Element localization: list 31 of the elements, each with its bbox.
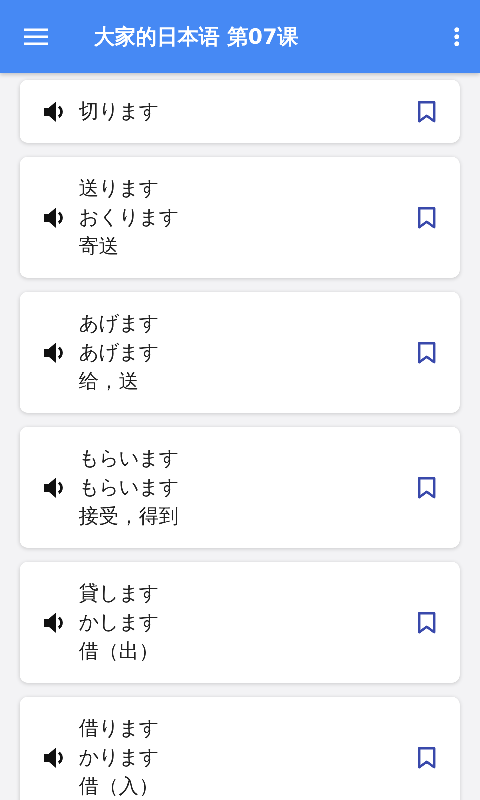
word-text: かします bbox=[79, 609, 160, 636]
bookmark-icon[interactable] bbox=[418, 342, 436, 364]
more-icon[interactable] bbox=[454, 26, 460, 46]
word-text: もらいます bbox=[79, 445, 180, 472]
bookmark-icon[interactable] bbox=[418, 100, 436, 122]
word-text: 貸します bbox=[79, 580, 160, 607]
word-text: 借（出） bbox=[79, 638, 160, 665]
word-text: おくります bbox=[79, 204, 180, 231]
word-text: あげます bbox=[79, 310, 160, 337]
speaker-icon[interactable] bbox=[44, 208, 63, 228]
speaker-icon[interactable] bbox=[44, 102, 63, 122]
app-title: 大家的日本语 第07课 bbox=[94, 24, 300, 50]
word-text: もらいます bbox=[79, 474, 180, 501]
word-text: あげます bbox=[79, 339, 160, 366]
word-text: 接受，得到 bbox=[79, 503, 180, 530]
word-text: 给，送 bbox=[79, 368, 140, 395]
speaker-icon[interactable] bbox=[44, 748, 63, 768]
bookmark-icon[interactable] bbox=[418, 206, 436, 228]
bookmark-icon[interactable] bbox=[418, 476, 436, 498]
speaker-icon[interactable] bbox=[44, 612, 63, 632]
word-text: 切ります bbox=[79, 98, 160, 125]
menu-icon[interactable] bbox=[24, 28, 48, 46]
word-text: かります bbox=[79, 744, 160, 771]
speaker-icon[interactable] bbox=[44, 342, 63, 362]
word-text: 借（入） bbox=[79, 773, 160, 800]
bookmark-icon[interactable] bbox=[418, 612, 436, 634]
word-text: 送ります bbox=[79, 175, 160, 202]
speaker-icon[interactable] bbox=[44, 478, 63, 498]
word-text: 借ります bbox=[79, 715, 160, 742]
word-text: 寄送 bbox=[79, 233, 120, 260]
bookmark-icon[interactable] bbox=[418, 746, 436, 768]
